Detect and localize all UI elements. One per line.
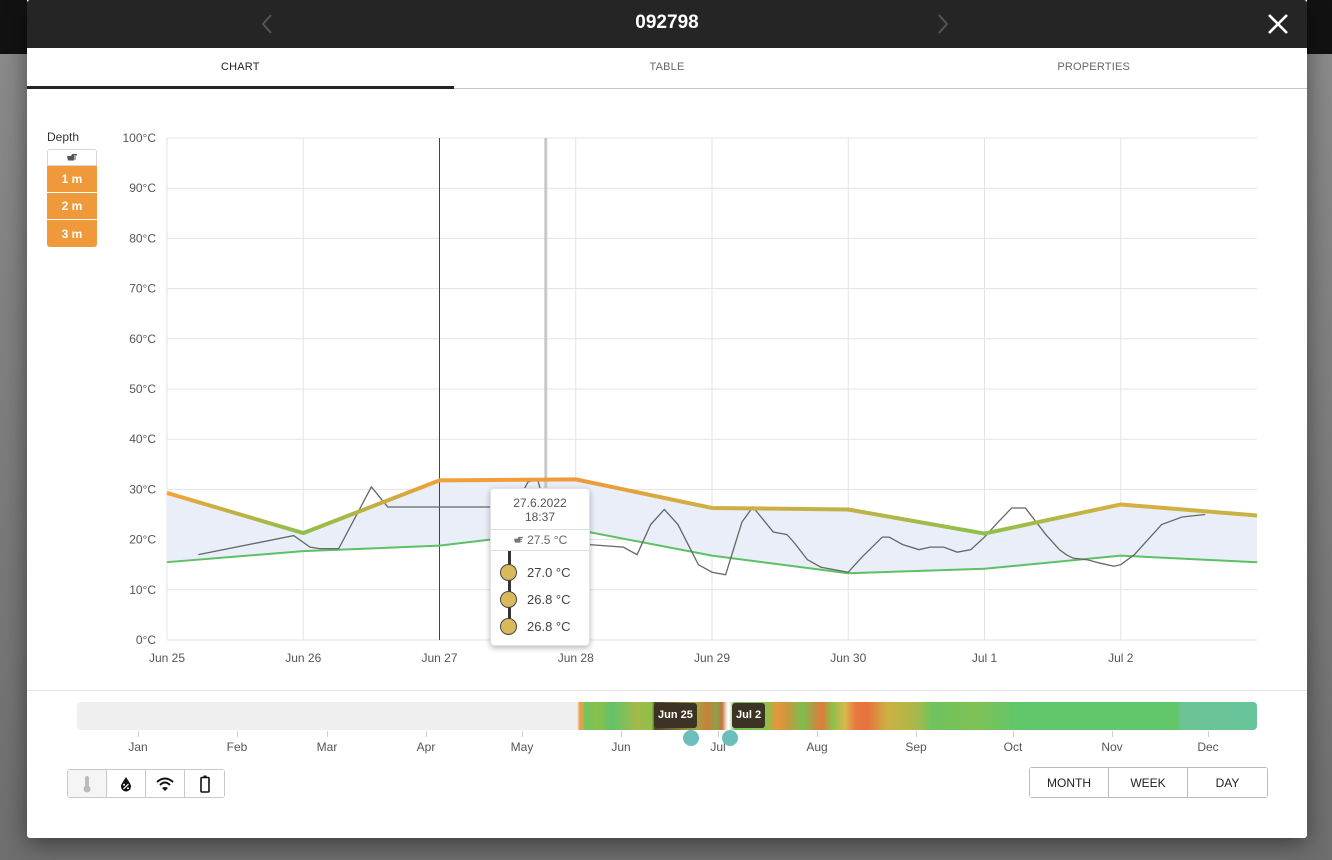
y-tick-label: 20°C: [129, 533, 156, 547]
x-tick-label: Jun 28: [558, 651, 594, 665]
timeline-tick: [1013, 731, 1014, 737]
x-tick-label: Jun 26: [285, 651, 321, 665]
chart-tooltip: 27.6.2022 18:37 27.5 °C 27.0 °C 26.8 °C …: [490, 488, 590, 646]
timeline-tick: [621, 731, 622, 737]
timeline-month-label: Feb: [226, 740, 248, 754]
y-tick-label: 30°C: [129, 482, 156, 496]
tooltip-depth-rows: 27.0 °C 26.8 °C 26.8 °C: [491, 551, 589, 640]
sensor-temperature-button[interactable]: [68, 770, 107, 797]
timeline-tick: [426, 731, 427, 737]
sensor-type-selector: [67, 769, 225, 798]
y-tick-label: 60°C: [129, 332, 156, 346]
timeline-month-label: Aug: [806, 740, 828, 754]
range-end-flag: Jul 2: [732, 703, 766, 728]
x-tick-label: Jun 25: [149, 651, 185, 665]
battery-icon: [199, 775, 210, 793]
y-tick-label: 50°C: [129, 382, 156, 396]
temperature-chart[interactable]: 0°C 10°C 20°C 30°C 40°C 50°C 60°C 70°C 80°C 90°C 1…: [27, 0, 1307, 690]
timeline-tick: [1112, 731, 1113, 737]
timeline-tick: [138, 731, 139, 737]
y-tick-label: 100°C: [123, 131, 157, 145]
divider: [27, 690, 1307, 691]
y-tick-label: 80°C: [129, 231, 156, 245]
timeline-month-label: Nov: [1101, 740, 1123, 754]
timeline-month-label: Apr: [416, 740, 436, 754]
tooltip-depth-value: 27.0 °C: [527, 565, 571, 580]
x-tick-label: Jul 1: [972, 651, 998, 665]
y-tick-label: 10°C: [129, 583, 156, 597]
depth-dot-icon: [500, 591, 517, 608]
y-tick-label: 0°C: [136, 633, 156, 647]
timeline-month-label: Jan: [128, 740, 148, 754]
tooltip-date-text: 27.6.2022: [513, 496, 567, 510]
sensor-humidity-button[interactable]: [107, 770, 146, 797]
x-tick-label: Jul 2: [1108, 651, 1134, 665]
humidity-drop-icon: [121, 776, 131, 791]
wifi-signal-icon: [156, 777, 174, 791]
range-week-button[interactable]: WEEK: [1109, 768, 1188, 797]
sensor-signal-button[interactable]: [146, 770, 185, 797]
tooltip-air-row: 27.5 °C: [491, 530, 589, 551]
depth-dot-icon: [500, 618, 517, 635]
timeline-month-label: May: [510, 740, 534, 754]
thermometer-icon: [83, 775, 91, 792]
timeline-tick: [718, 731, 719, 737]
tooltip-date: 27.6.2022 18:37: [491, 489, 589, 524]
range-start-handle[interactable]: [683, 730, 699, 746]
timeline-month-label: Dec: [1197, 740, 1219, 754]
range-start-flag: Jun 25: [654, 703, 697, 728]
timeline-tick: [916, 731, 917, 737]
tooltip-depth-row: 26.8 °C: [491, 613, 589, 640]
hand-pointer-icon: [513, 536, 523, 543]
y-tick-label: 40°C: [129, 432, 156, 446]
range-day-button[interactable]: DAY: [1188, 768, 1267, 797]
timeline-tick: [327, 731, 328, 737]
x-tick-label: Jun 29: [694, 651, 730, 665]
tooltip-depth-value: 26.8 °C: [527, 592, 571, 607]
timeline-month-label: Sep: [905, 740, 927, 754]
tooltip-air-value: 27.5 °C: [527, 533, 568, 547]
timeline-tick: [817, 731, 818, 737]
tooltip-depth-value: 26.8 °C: [527, 619, 571, 634]
y-tick-label: 70°C: [129, 282, 156, 296]
depth-dot-icon: [500, 564, 517, 581]
range-month-button[interactable]: MONTH: [1030, 768, 1109, 797]
sensor-modal: 092798 CHART TABLE PROPERTIES Depth 1 m …: [27, 0, 1307, 838]
y-tick-label: 90°C: [129, 181, 156, 195]
timeline-tick: [1208, 731, 1209, 737]
range-end-handle[interactable]: [722, 730, 738, 746]
tooltip-depth-row: 26.8 °C: [491, 586, 589, 613]
timeline-month-label: Mar: [316, 740, 338, 754]
timeline-tick: [522, 731, 523, 737]
x-tick-label: Jun 30: [830, 651, 866, 665]
time-range-selector: MONTH WEEK DAY: [1029, 767, 1268, 798]
timeline-month-label: Oct: [1003, 740, 1023, 754]
timeline-tick: [237, 731, 238, 737]
tooltip-depth-row: 27.0 °C: [491, 559, 589, 586]
timeline-month-label: Jun: [611, 740, 631, 754]
x-tick-label: Jun 27: [421, 651, 457, 665]
sensor-battery-button[interactable]: [185, 770, 224, 797]
tooltip-time-text: 18:37: [524, 510, 556, 524]
